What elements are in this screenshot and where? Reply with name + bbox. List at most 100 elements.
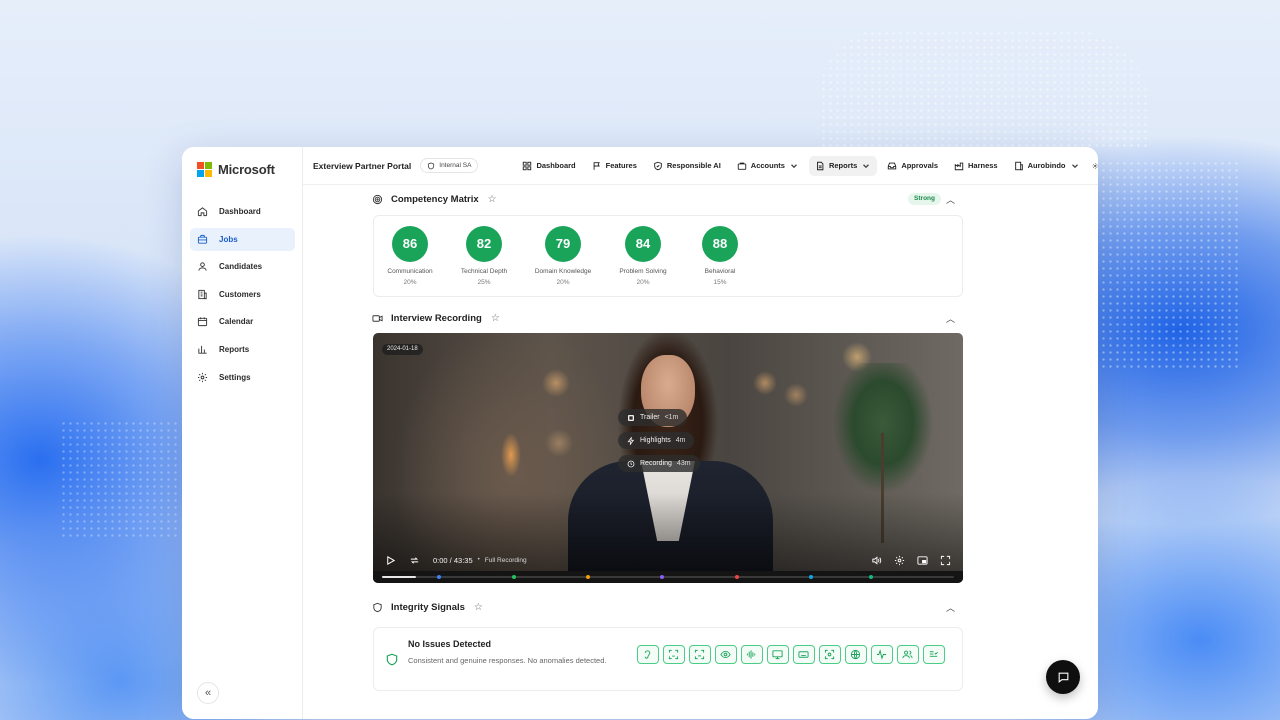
pulse-icon [877,649,887,660]
eye-icon [720,650,731,659]
grid-icon [523,161,532,170]
chat-bubble-icon [1058,672,1068,683]
recording-date: 2024-01-18 [382,344,423,355]
film-icon [628,414,634,421]
sidebar-item-dashboard[interactable]: Dashboard [190,200,295,223]
background-dot-pattern [820,30,1150,150]
sidebar-item-reports[interactable]: Reports [190,338,295,361]
inbox-icon [888,162,897,169]
shield-icon [428,162,435,169]
chapter-marker[interactable] [869,575,874,579]
score-label: Communication [387,268,433,275]
lightning-icon [627,436,635,445]
chevron-up-icon[interactable]: ︿ [946,601,955,614]
volume-icon[interactable] [871,555,882,566]
signal-face-scan-alt[interactable] [689,645,711,664]
fullscreen-icon[interactable] [940,555,951,566]
signal-eye[interactable] [715,645,737,664]
top-menu: Dashboard Features Responsible AI Accoun… [516,155,1089,176]
collapse-sidebar-button[interactable]: « [197,682,219,704]
users-icon [902,650,913,659]
video-player[interactable]: 2024-01-18 Trailer <1m Highlights 4m Rec… [373,333,963,583]
menu-label: Accounts [750,161,785,170]
sidebar: Microsoft Dashboard Jobs Candidates Cust… [182,147,303,719]
video-right-controls [871,555,951,566]
score-label: Problem Solving [619,268,667,275]
user-icon [198,262,207,271]
integrity-status-title: No Issues Detected [408,639,492,649]
signal-text-check[interactable] [923,645,945,664]
target-icon [372,194,383,204]
star-icon[interactable]: ☆ [474,602,483,613]
video-mode: Full Recording [484,556,527,564]
picture-in-picture-icon[interactable] [917,555,928,566]
chapter-marker[interactable] [809,575,813,579]
app-window: Microsoft Dashboard Jobs Candidates Cust… [182,147,1098,719]
recording-option[interactable]: Recording 43m [618,455,700,472]
score-weight: 25% [477,279,491,286]
menu-features[interactable]: Features [586,156,643,176]
brand-name: Microsoft [218,162,275,177]
chevron-up-icon[interactable]: ︿ [946,193,955,206]
recording-header[interactable]: Interview Recording ☆ ︿ [367,308,963,328]
score-technical-depth: 82 Technical Depth 25% [447,226,521,286]
sidebar-item-jobs[interactable]: Jobs [190,227,295,251]
settings-gear-icon[interactable] [1092,160,1098,172]
chapter-marker[interactable] [660,575,665,579]
monitor-icon [772,650,783,660]
loop-icon[interactable] [409,555,420,566]
background-dot-pattern [60,420,180,540]
signal-focus[interactable] [819,645,841,664]
score-weight: 15% [713,279,727,286]
menu-responsible-ai[interactable]: Responsible AI [647,156,727,176]
chapter-marker[interactable] [734,575,739,579]
signal-pulse[interactable] [871,645,893,664]
signal-audio-wave[interactable] [741,645,763,664]
play-icon[interactable] [385,555,396,566]
sidebar-item-candidates[interactable]: Candidates [190,255,295,278]
menu-accounts[interactable]: Accounts [731,156,805,176]
menu-label: Dashboard [536,161,576,170]
chapter-marker[interactable] [585,575,590,579]
section-title: Interview Recording [391,312,482,324]
competency-header[interactable]: Competency Matrix ☆ Strong ︿ [367,189,963,209]
sidebar-item-settings[interactable]: Settings [190,366,295,389]
option-label: Highlights [640,437,671,444]
menu-dashboard[interactable]: Dashboard [516,156,581,176]
sidebar-item-label: Jobs [219,234,238,244]
briefcase-icon [737,162,747,170]
status-badge: Strong [908,193,941,205]
chapter-marker[interactable] [437,575,442,579]
integrity-header[interactable]: Integrity Signals ☆ ︿ [367,597,963,617]
shield-check-icon [654,161,662,170]
score-behavioral: 88 Behavioral 15% [683,226,757,286]
signal-users[interactable] [897,645,919,664]
signal-icons-row [637,645,945,664]
signal-ear[interactable] [637,645,659,664]
signal-face-scan[interactable] [663,645,685,664]
section-title: Integrity Signals [391,601,465,613]
star-icon[interactable]: ☆ [488,194,497,205]
sidebar-item-calendar[interactable]: Calendar [190,310,295,333]
trailer-option[interactable]: Trailer <1m [618,409,688,426]
video-progress-bar[interactable] [373,571,963,583]
chapter-marker[interactable] [511,575,516,579]
signal-monitor[interactable] [767,645,789,664]
menu-reports[interactable]: Reports [808,155,878,176]
sidebar-item-label: Settings [219,372,251,382]
score-label: Behavioral [704,268,736,275]
signal-keyboard[interactable] [793,645,815,664]
chevron-up-icon[interactable]: ︿ [946,312,955,325]
menu-harness[interactable]: Harness [948,156,1004,176]
face-scan-alt-icon [695,649,705,660]
settings-icon[interactable] [894,555,905,566]
sidebar-item-customers[interactable]: Customers [190,283,295,306]
face-scan-icon [669,649,679,660]
menu-approvals[interactable]: Approvals [881,156,944,176]
signal-globe[interactable] [845,645,867,664]
menu-label: Responsible AI [666,161,721,170]
menu-aurobindo[interactable]: Aurobindo [1008,156,1086,176]
chat-button[interactable] [1046,660,1080,694]
highlights-option[interactable]: Highlights 4m [618,432,695,449]
star-icon[interactable]: ☆ [491,313,500,324]
